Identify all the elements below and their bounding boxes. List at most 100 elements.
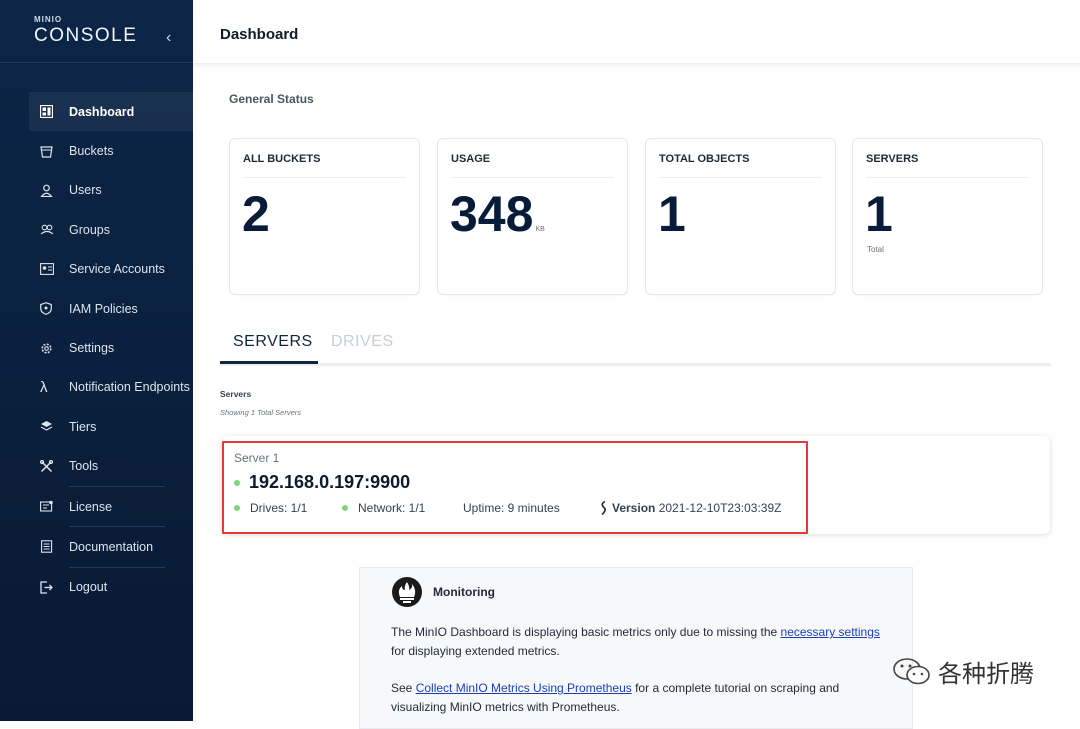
stat-card-servers: SERVERS 1 Total bbox=[852, 138, 1043, 295]
stat-card-value: 1 bbox=[658, 187, 686, 241]
sidebar-item-dashboard[interactable]: Dashboard bbox=[29, 92, 193, 132]
sidebar: MINIO CONSOLE ‹ Dashboard Buckets Users bbox=[0, 0, 193, 721]
sidebar-item-settings[interactable]: Settings bbox=[29, 328, 193, 367]
monitoring-text: The MinIO Dashboard is displaying basic … bbox=[391, 625, 781, 639]
uptime-text: Uptime: 9 minutes bbox=[463, 501, 560, 515]
stat-card-value: 348 KB bbox=[450, 187, 545, 257]
drives-stat: Drives: 1/1 bbox=[234, 501, 307, 515]
groups-icon bbox=[29, 223, 69, 236]
sidebar-item-documentation[interactable]: Documentation bbox=[29, 527, 193, 566]
servers-drives-tabs: SERVERS DRIVES bbox=[220, 331, 1051, 366]
stat-card-title: SERVERS bbox=[866, 153, 919, 165]
active-tab-indicator bbox=[220, 361, 318, 364]
sidebar-item-buckets[interactable]: Buckets bbox=[29, 131, 193, 170]
stat-card-total-objects: TOTAL OBJECTS 1 bbox=[645, 138, 836, 295]
stat-card-divider bbox=[243, 177, 406, 178]
network-status-dot bbox=[342, 505, 348, 511]
stat-card-title: USAGE bbox=[451, 153, 491, 165]
tab-drives[interactable]: DRIVES bbox=[331, 333, 394, 351]
server-name: Server 1 bbox=[234, 451, 280, 465]
lambda-icon: λ bbox=[40, 378, 48, 396]
sidebar-item-label: Tools bbox=[69, 459, 99, 474]
drives-text: Drives: 1/1 bbox=[250, 501, 308, 515]
sidebar-item-label: License bbox=[69, 499, 113, 514]
page-title: Dashboard bbox=[220, 26, 299, 43]
server-address: 192.168.0.197:9900 bbox=[249, 472, 411, 492]
sidebar-item-label: Service Accounts bbox=[69, 262, 165, 277]
sidebar-divider bbox=[0, 62, 193, 63]
minio-console-logo[interactable]: MINIO CONSOLE bbox=[34, 16, 154, 46]
brand-small-text: MINIO bbox=[34, 15, 63, 24]
monitoring-text: See bbox=[391, 681, 416, 695]
documentation-icon bbox=[29, 540, 69, 554]
gear-icon bbox=[29, 342, 69, 355]
sidebar-item-label: Buckets bbox=[69, 144, 114, 159]
wechat-icon bbox=[893, 657, 930, 684]
monitoring-paragraph-2: See Collect MinIO Metrics Using Promethe… bbox=[391, 679, 881, 717]
version-value: 2021-12-10T23:03:39Z bbox=[658, 501, 782, 515]
sidebar-item-users[interactable]: Users bbox=[29, 171, 193, 210]
version-icon bbox=[601, 501, 606, 515]
sidebar-item-label: Tiers bbox=[69, 419, 97, 434]
sidebar-item-label: Logout bbox=[69, 580, 108, 595]
sidebar-item-groups[interactable]: Groups bbox=[29, 210, 193, 249]
necessary-settings-link[interactable]: necessary settings bbox=[781, 625, 880, 639]
user-icon bbox=[29, 184, 69, 197]
monitoring-paragraph-1: The MinIO Dashboard is displaying basic … bbox=[391, 623, 881, 661]
sidebar-item-label: Documentation bbox=[69, 539, 154, 554]
license-icon bbox=[29, 500, 69, 513]
stat-value-number: 2 bbox=[242, 186, 270, 242]
watermark: 各种折腾 bbox=[892, 654, 1034, 689]
sidebar-menu: Dashboard Buckets Users Groups Service A… bbox=[29, 92, 193, 607]
layers-icon bbox=[29, 420, 69, 433]
stat-card-title: ALL BUCKETS bbox=[243, 153, 321, 165]
tab-servers[interactable]: SERVERS bbox=[233, 333, 313, 351]
sidebar-item-label: Settings bbox=[69, 341, 115, 356]
bucket-icon bbox=[29, 145, 69, 158]
sidebar-item-service-accounts[interactable]: Service Accounts bbox=[29, 250, 193, 289]
version-label: Version bbox=[612, 501, 656, 515]
stat-card-all-buckets: ALL BUCKETS 2 bbox=[229, 138, 420, 295]
servers-count-text: Showing 1 Total Servers bbox=[220, 408, 302, 417]
brand-large-text: CONSOLE bbox=[34, 25, 138, 46]
monitoring-panel: Monitoring The MinIO Dashboard is displa… bbox=[359, 567, 913, 729]
sidebar-item-logout[interactable]: Logout bbox=[29, 568, 193, 607]
watermark-text: 各种折腾 bbox=[938, 660, 1034, 688]
version-stat: Version 2021-12-10T23:03:39Z bbox=[599, 501, 781, 515]
sidebar-item-iam-policies[interactable]: IAM Policies bbox=[29, 289, 193, 328]
network-stat: Network: 1/1 bbox=[342, 501, 425, 515]
stat-card-divider bbox=[451, 177, 614, 178]
sidebar-item-notification-endpoints[interactable]: λ Notification Endpoints bbox=[29, 368, 193, 407]
stat-value-number: 348 bbox=[450, 186, 534, 242]
sidebar-item-label: Groups bbox=[69, 222, 110, 237]
stat-card-value: 1 bbox=[865, 187, 893, 241]
server-address-row: 192.168.0.197:9900 bbox=[234, 472, 410, 493]
sidebar-item-tiers[interactable]: Tiers bbox=[29, 407, 193, 446]
stat-card-usage: USAGE 348 KB bbox=[437, 138, 628, 295]
sidebar-item-label: Users bbox=[69, 183, 102, 198]
dashboard-icon bbox=[29, 105, 69, 119]
drives-status-dot bbox=[234, 505, 240, 511]
stat-card-value: 2 bbox=[242, 187, 270, 241]
stat-value-unit: KB bbox=[535, 226, 545, 233]
sidebar-item-license[interactable]: License bbox=[29, 487, 193, 526]
general-status-title: General Status bbox=[229, 92, 314, 106]
top-bar: Dashboard bbox=[193, 0, 1080, 64]
sidebar-item-label: Notification Endpoints bbox=[69, 380, 190, 395]
servers-heading: Servers bbox=[220, 389, 252, 399]
stat-card-divider bbox=[659, 177, 822, 178]
sidebar-item-tools[interactable]: Tools bbox=[29, 447, 193, 486]
stat-card-title: TOTAL OBJECTS bbox=[659, 153, 750, 165]
stat-card-divider bbox=[866, 177, 1029, 178]
collapse-sidebar-chevron-icon[interactable]: ‹ bbox=[166, 29, 171, 47]
network-text: Network: 1/1 bbox=[358, 501, 426, 515]
tools-icon bbox=[29, 459, 69, 473]
prometheus-icon bbox=[392, 577, 422, 607]
stat-value-number: 1 bbox=[658, 186, 686, 242]
stat-value-number: 1 bbox=[865, 186, 893, 242]
prometheus-metrics-link[interactable]: Collect MinIO Metrics Using Prometheus bbox=[416, 681, 632, 695]
monitoring-text: for displaying extended metrics. bbox=[391, 644, 560, 658]
monitoring-title: Monitoring bbox=[433, 585, 495, 599]
shield-icon bbox=[29, 302, 69, 316]
logout-icon bbox=[29, 581, 69, 594]
